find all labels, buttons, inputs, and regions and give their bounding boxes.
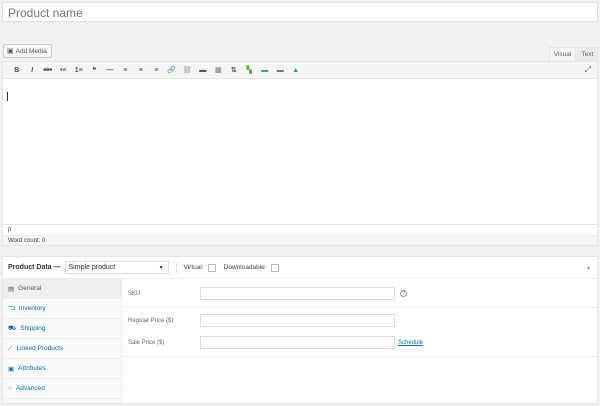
product-data-tabs: ▤ General ⫎ Inventory ⛟ Shipping ⟋ Linked Pr… xyxy=(3,279,122,403)
product-type-value: Simple product xyxy=(68,264,116,271)
product-name-input[interactable]: Product name xyxy=(2,2,598,22)
divider xyxy=(175,262,177,273)
link-icon[interactable]: 🔗 xyxy=(164,66,180,74)
sale-price-label: Sale Price ($) xyxy=(128,339,165,346)
media-icon: ▣ xyxy=(7,48,14,55)
downloadable-label: Downloadable: xyxy=(223,264,267,271)
bold-icon[interactable]: B xyxy=(9,67,25,74)
general-icon: ▤ xyxy=(8,285,15,293)
tab-linked-products[interactable]: ⟋ Linked Products xyxy=(3,339,121,359)
sku-label: SKU xyxy=(128,290,141,297)
lock-icon[interactable]: ▲ xyxy=(288,67,304,74)
regular-price-input[interactable] xyxy=(200,314,395,327)
schedule-link[interactable]: Schedule xyxy=(398,340,423,346)
tab-visual[interactable]: Visual xyxy=(549,47,576,61)
tab-label: General xyxy=(18,285,42,292)
fullscreen-icon[interactable]: ⤢ xyxy=(585,65,591,75)
downloadable-checkbox[interactable] xyxy=(270,263,279,272)
strikethrough-icon[interactable]: abc xyxy=(40,67,56,73)
unlink-icon[interactable]: ⛓ xyxy=(180,66,196,74)
help-icon[interactable]: ? xyxy=(400,290,407,297)
product-data-panel: Product Data — Simple product ▼ Virtual: … xyxy=(2,256,598,404)
word-count: Word count: 0 xyxy=(3,235,597,245)
align-left-icon[interactable]: ≡ xyxy=(118,67,134,74)
editor-content[interactable] xyxy=(2,79,598,225)
virtual-label: Virtual: xyxy=(183,264,204,271)
tab-label: Linked Products xyxy=(16,345,64,352)
tab-text[interactable]: Text xyxy=(577,47,598,61)
tab-shipping[interactable]: ⛟ Shipping xyxy=(3,319,121,339)
align-center-icon[interactable]: ≡ xyxy=(133,67,149,74)
tab-general[interactable]: ▤ General xyxy=(3,279,121,299)
virtual-checkbox[interactable] xyxy=(207,263,216,272)
plugin-icon[interactable]: ▬ xyxy=(257,67,273,74)
editor-status-bar: p Word count: 0 xyxy=(2,225,598,246)
add-media-label: Add Media xyxy=(15,47,47,55)
align-right-icon[interactable]: ≡ xyxy=(149,67,165,74)
tab-attributes[interactable]: ▣ Attributes xyxy=(3,359,121,379)
tab-inventory[interactable]: ⫎ Inventory xyxy=(3,299,121,319)
tab-label: Advanced xyxy=(15,385,45,392)
read-more-icon[interactable]: ▬ xyxy=(195,67,211,74)
product-type-select[interactable]: Simple product ▼ xyxy=(64,261,169,274)
element-path[interactable]: p xyxy=(8,227,11,233)
tab-label: Attributes xyxy=(18,365,46,372)
divider xyxy=(123,356,597,357)
table-icon[interactable]: ▦ xyxy=(211,66,227,74)
shortcode-icon[interactable]: ▚ xyxy=(242,66,258,74)
divider xyxy=(123,307,597,308)
editor-toolbar: B I abc •≡ 1≡ ❝ — ≡ ≡ ≡ 🔗 ⛓ ▬ ▦ ⇅ ▚ ▬ ▬ … xyxy=(2,61,598,79)
collapse-icon[interactable]: ▲ xyxy=(586,265,591,271)
inventory-icon: ⫎ xyxy=(8,304,15,312)
attributes-icon: ▣ xyxy=(8,365,15,373)
gear-icon: ○ xyxy=(8,385,12,392)
truck-icon: ⛟ xyxy=(8,325,17,332)
plugin-icon-2[interactable]: ▬ xyxy=(273,67,289,74)
tab-label: Shipping xyxy=(20,325,46,332)
tab-advanced[interactable]: ○ Advanced xyxy=(3,379,121,399)
link-icon: ⟋ xyxy=(8,344,13,352)
sku-input[interactable] xyxy=(200,287,395,300)
dropdown-arrow-icon: ▼ xyxy=(158,264,164,271)
sale-price-input[interactable] xyxy=(200,336,395,349)
tab-label: Inventory xyxy=(18,305,46,312)
product-data-label: Product Data — xyxy=(8,264,61,271)
add-media-button[interactable]: ▣ Add Media xyxy=(3,44,52,58)
toolbar-toggle-icon[interactable]: ⇅ xyxy=(226,66,242,74)
horizontal-line-icon[interactable]: — xyxy=(102,67,118,74)
bullet-list-icon[interactable]: •≡ xyxy=(56,67,72,74)
regular-price-label: Regular Price ($) xyxy=(128,317,174,324)
text-caret xyxy=(7,92,8,101)
blockquote-icon[interactable]: ❝ xyxy=(87,66,103,74)
numbered-list-icon[interactable]: 1≡ xyxy=(71,67,87,74)
italic-icon[interactable]: I xyxy=(25,67,41,74)
